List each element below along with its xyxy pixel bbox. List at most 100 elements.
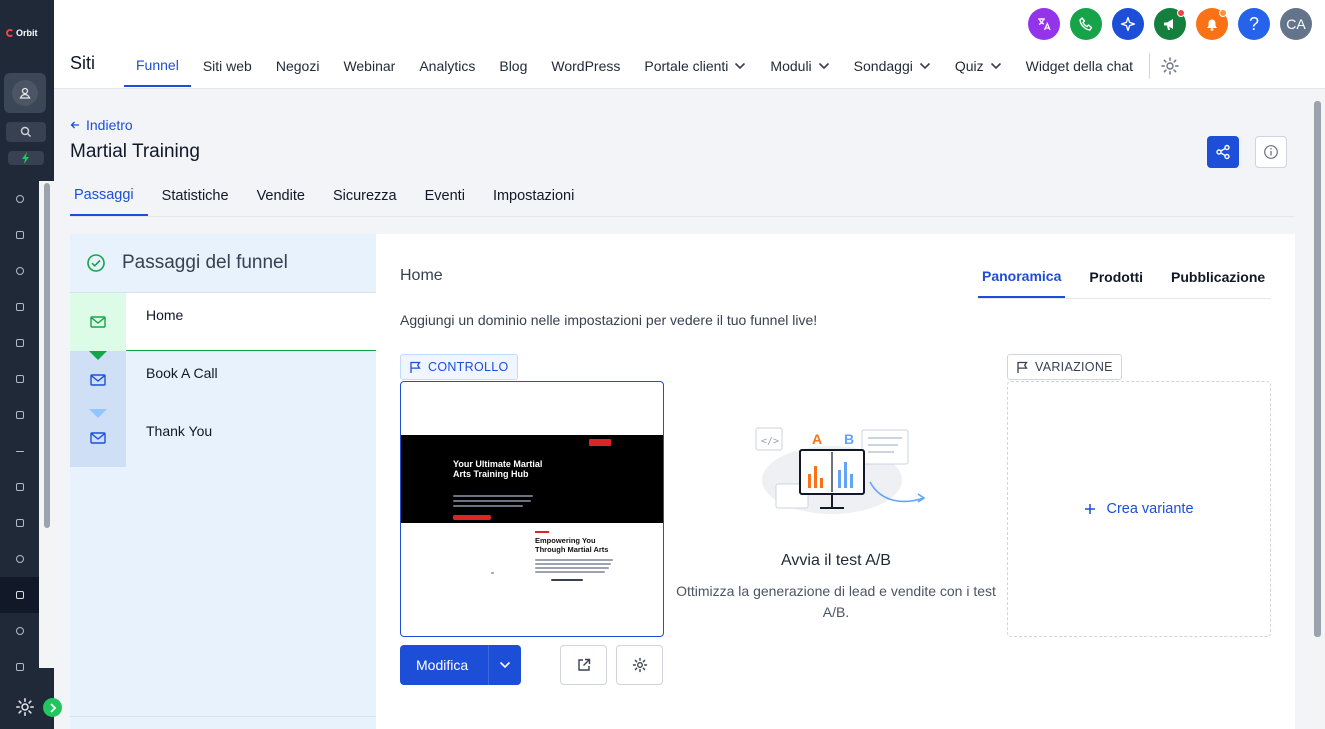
calendar-icon bbox=[16, 303, 24, 311]
bell-icon bbox=[1207, 19, 1217, 31]
step-label: Book A Call bbox=[146, 365, 218, 381]
edit-button[interactable]: Modifica bbox=[400, 657, 488, 673]
phone-button[interactable] bbox=[1070, 8, 1102, 40]
tab-analytics[interactable]: Analytics bbox=[407, 45, 487, 87]
preview-text-line bbox=[535, 563, 611, 565]
share-button[interactable] bbox=[1207, 136, 1239, 168]
announcements-button[interactable] bbox=[1154, 8, 1186, 40]
account-switcher[interactable] bbox=[4, 73, 46, 113]
tab-portale-clienti[interactable]: Portale clienti bbox=[632, 45, 758, 87]
page-preview-thumbnail[interactable]: Your Ultimate Martial Arts Training Hub … bbox=[400, 381, 664, 637]
tab-label: Quiz bbox=[954, 58, 984, 74]
steps-heading: Passaggi del funnel bbox=[122, 252, 288, 273]
tab-funnel[interactable]: Funnel bbox=[124, 45, 191, 87]
sidebar-item-funnels[interactable] bbox=[0, 577, 40, 613]
tab-label: Portale clienti bbox=[644, 58, 729, 74]
opportunities-icon bbox=[16, 375, 24, 383]
tab-blog[interactable]: Blog bbox=[487, 45, 539, 87]
info-button[interactable] bbox=[1255, 136, 1287, 168]
step-label: Thank You bbox=[146, 423, 213, 439]
sidebar-item-payments[interactable] bbox=[0, 397, 40, 433]
payments-icon bbox=[16, 411, 24, 419]
user-avatar[interactable]: CA bbox=[1280, 8, 1312, 40]
sidebar-settings-button[interactable] bbox=[15, 697, 35, 722]
edit-split-button: Modifica bbox=[400, 645, 521, 685]
tab-impostazioni[interactable]: Impostazioni bbox=[479, 175, 588, 216]
help-button[interactable]: ? bbox=[1238, 8, 1270, 40]
tab-wordpress[interactable]: WordPress bbox=[539, 45, 632, 87]
edit-dropdown-toggle[interactable] bbox=[488, 645, 521, 685]
flag-icon bbox=[410, 361, 421, 373]
tab-sondaggi[interactable]: Sondaggi bbox=[842, 45, 943, 87]
step-icon-cell bbox=[70, 293, 126, 351]
open-preview-button[interactable] bbox=[560, 645, 607, 685]
step-connector-arrow bbox=[89, 351, 107, 360]
sidebar-item-dashboard[interactable] bbox=[0, 217, 40, 253]
top-header: ? CA Siti Funnel Siti web Negozi Webinar… bbox=[54, 0, 1325, 89]
sidebar-item-divider bbox=[0, 433, 40, 469]
sidebar-scrollbar[interactable] bbox=[39, 181, 54, 668]
sidebar-item-conversations[interactable] bbox=[0, 253, 40, 289]
page-scroll-thumb[interactable] bbox=[1314, 101, 1321, 637]
chevron-down-icon bbox=[735, 62, 746, 70]
create-variant-button[interactable]: Crea variante bbox=[1007, 381, 1271, 637]
tab-label: Siti web bbox=[202, 58, 252, 74]
sidebar-item-calendars[interactable] bbox=[0, 289, 40, 325]
tab-sicurezza[interactable]: Sicurezza bbox=[319, 175, 411, 216]
sidebar-item-reputation[interactable] bbox=[0, 613, 40, 649]
sidebar-item-sites[interactable] bbox=[0, 541, 40, 577]
tab-prodotti[interactable]: Prodotti bbox=[1085, 256, 1147, 298]
tab-pubblicazione[interactable]: Pubblicazione bbox=[1167, 256, 1269, 298]
mail-icon bbox=[90, 316, 106, 328]
page-scrollbar[interactable] bbox=[1310, 89, 1325, 729]
preview-hero-title: Your Ultimate Martial Arts Training Hub bbox=[453, 459, 543, 479]
tab-webinar[interactable]: Webinar bbox=[331, 45, 407, 87]
translate-button[interactable] bbox=[1028, 8, 1060, 40]
tab-eventi[interactable]: Eventi bbox=[411, 175, 479, 216]
orbit-logo[interactable]: Orbit bbox=[6, 28, 38, 38]
sidebar-item-marketing[interactable] bbox=[0, 469, 40, 505]
sites-settings-button[interactable] bbox=[1160, 45, 1180, 87]
tab-negozi[interactable]: Negozi bbox=[264, 45, 332, 87]
funnel-tabs: Passaggi Statistiche Vendite Sicurezza E… bbox=[70, 175, 1295, 217]
sidebar-item-automation[interactable] bbox=[0, 505, 40, 541]
tab-widget-chat[interactable]: Widget della chat bbox=[1014, 45, 1145, 87]
tab-vendite[interactable]: Vendite bbox=[243, 175, 319, 216]
quick-actions-button[interactable] bbox=[8, 151, 44, 165]
step-item-thank-you[interactable]: Thank You bbox=[70, 409, 376, 467]
variant-tag-label: VARIAZIONE bbox=[1035, 360, 1113, 374]
tab-siti-web[interactable]: Siti web bbox=[191, 45, 264, 87]
preview-signature bbox=[551, 579, 583, 581]
divider-icon bbox=[16, 450, 24, 452]
tab-quiz[interactable]: Quiz bbox=[943, 45, 1014, 87]
tab-passaggi[interactable]: Passaggi bbox=[70, 175, 148, 216]
preview-section-title: Empowering You Through Martial Arts bbox=[535, 536, 609, 554]
arrow-left-icon bbox=[70, 121, 79, 129]
sidebar-search-button[interactable] bbox=[6, 122, 46, 142]
tab-label: Sondaggi bbox=[853, 58, 913, 74]
tab-panoramica[interactable]: Panoramica bbox=[978, 256, 1066, 298]
ai-assistant-button[interactable] bbox=[1112, 8, 1144, 40]
notifications-button[interactable] bbox=[1196, 8, 1228, 40]
domain-notice: Aggiungi un dominio nelle impostazioni p… bbox=[400, 312, 818, 328]
sidebar-item-opportunities[interactable] bbox=[0, 361, 40, 397]
back-link[interactable]: Indietro bbox=[70, 117, 133, 133]
sidebar-item-contacts[interactable] bbox=[0, 325, 40, 361]
step-settings-button[interactable] bbox=[616, 645, 663, 685]
tab-statistiche[interactable]: Statistiche bbox=[148, 175, 243, 216]
gear-icon bbox=[16, 698, 34, 716]
tab-label: Moduli bbox=[770, 58, 812, 74]
sidebar-item-reporting[interactable] bbox=[0, 649, 40, 685]
page-title: Martial Training bbox=[70, 141, 200, 162]
step-item-book-a-call[interactable]: Book A Call bbox=[70, 351, 376, 409]
preview-section-tag bbox=[535, 531, 549, 533]
expand-sidebar-button[interactable] bbox=[43, 698, 62, 717]
sidebar-item-launchpad[interactable] bbox=[0, 181, 40, 217]
orbit-logo-icon bbox=[6, 29, 14, 37]
step-item-home[interactable]: Home bbox=[70, 293, 376, 351]
sidebar-scroll-thumb[interactable] bbox=[44, 183, 50, 528]
chevron-right-icon bbox=[49, 702, 56, 713]
left-sidebar: Orbit bbox=[0, 0, 62, 729]
tab-moduli[interactable]: Moduli bbox=[758, 45, 841, 87]
logo-text: Orbit bbox=[16, 28, 38, 38]
